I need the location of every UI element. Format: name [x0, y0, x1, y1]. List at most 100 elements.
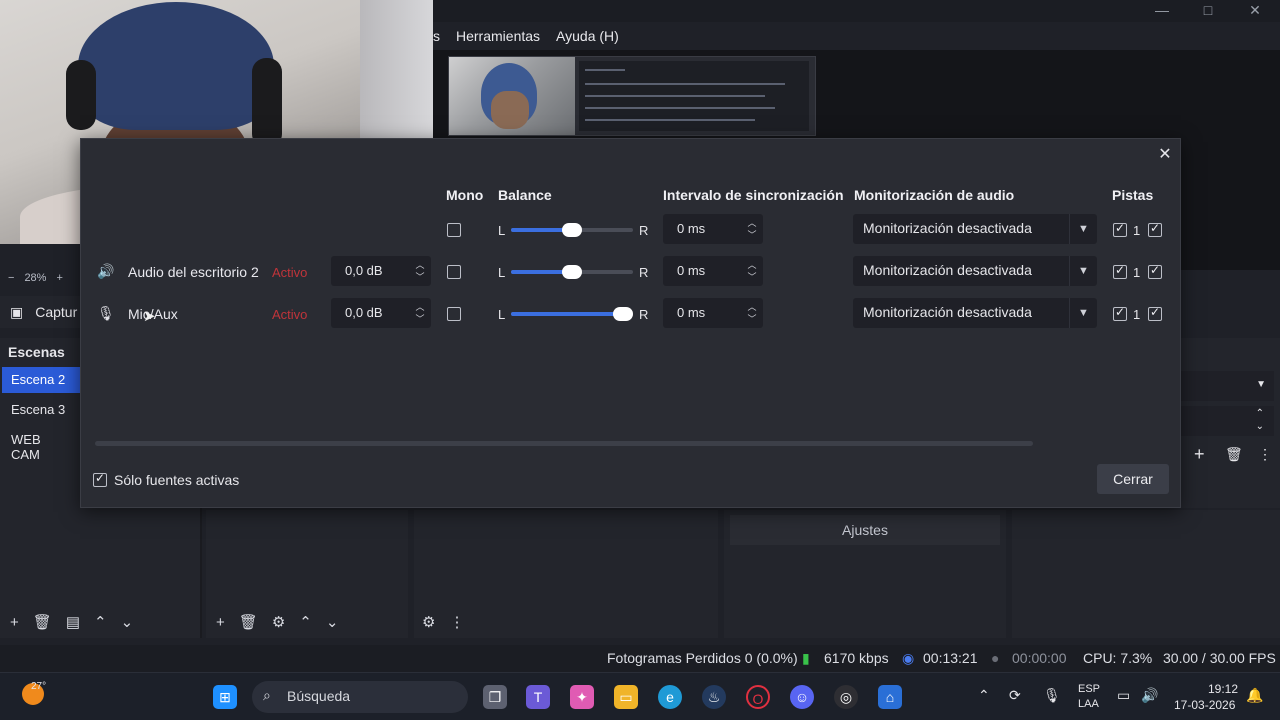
close-icon[interactable]: ✕: [1154, 144, 1176, 166]
track2-checkbox[interactable]: [1148, 221, 1162, 237]
spin-arrows-icon[interactable]: ︿ ﹀: [413, 301, 427, 325]
file-explorer-icon[interactable]: ▭: [614, 685, 638, 709]
clock-time[interactable]: 19:12: [1208, 682, 1238, 696]
move-up-icon[interactable]: ⌃: [94, 613, 107, 631]
only-active-checkbox[interactable]: [93, 471, 107, 487]
duration-spinbox[interactable]: ⌃ ⌄: [1180, 406, 1274, 436]
window-capture-icon: ▣: [10, 303, 24, 320]
language-top[interactable]: ESP: [1078, 683, 1100, 695]
copilot-icon[interactable]: ✦: [570, 685, 594, 709]
mono-checkbox[interactable]: [447, 265, 461, 279]
balance-right-label: R: [639, 307, 649, 322]
chevron-up-icon[interactable]: ⌃: [978, 687, 990, 704]
filter-icon[interactable]: ▤: [66, 613, 80, 631]
balance-slider[interactable]: [511, 223, 633, 237]
spin-arrows-icon[interactable]: ︿ ﹀: [745, 217, 759, 241]
menu-item-tools[interactable]: Herramientas: [456, 28, 540, 44]
scene-item[interactable]: WEB CAM: [2, 427, 80, 462]
monitoring-select[interactable]: Monitorización desactivada ▼: [853, 214, 1097, 244]
sync-offset-value: 0 ms: [677, 263, 706, 278]
menu-bar: s Herramientas Ayuda (H): [433, 22, 619, 50]
temperature: 27°: [31, 681, 47, 692]
language-bottom[interactable]: LAA: [1078, 698, 1099, 710]
move-down-icon[interactable]: ⌄: [326, 613, 339, 631]
menu-item-partial[interactable]: s: [433, 28, 440, 44]
volume-icon[interactable]: 🔊: [1141, 687, 1158, 704]
trash-icon[interactable]: 🗑: [239, 613, 258, 631]
track2-checkbox[interactable]: [1148, 305, 1162, 321]
capture-source-label[interactable]: Captur: [35, 304, 77, 320]
settings-button[interactable]: Ajustes: [730, 515, 1000, 545]
monitoring-value: Monitorización desactivada: [863, 304, 1032, 320]
sync-offset-spinbox[interactable]: 0 ms ︿ ﹀: [663, 256, 763, 286]
horizontal-scrollbar[interactable]: [95, 441, 1033, 446]
stream-icon: ◉: [902, 650, 915, 666]
monitoring-select[interactable]: Monitorización desactivada ▼: [853, 256, 1097, 286]
volume-spinbox[interactable]: 0,0 dB ︿ ﹀: [331, 256, 431, 286]
menu-item-help[interactable]: Ayuda (H): [556, 28, 619, 44]
record-time: 00:00:00: [1012, 650, 1067, 666]
close-button[interactable]: Cerrar: [1097, 464, 1169, 494]
gear-icon[interactable]: ⚙: [422, 613, 435, 631]
only-active-sources-toggle[interactable]: Sólo fuentes activas: [93, 471, 239, 488]
sync-offset-spinbox[interactable]: 0 ms ︿ ﹀: [663, 298, 763, 328]
notifications-icon[interactable]: 🔔: [1246, 687, 1263, 704]
scene-item[interactable]: Escena 3: [2, 397, 80, 423]
balance-slider[interactable]: [511, 307, 633, 321]
gear-icon[interactable]: ⚙: [272, 613, 285, 631]
zoom-out-button[interactable]: −: [8, 272, 14, 284]
monitoring-select[interactable]: Monitorización desactivada ▼: [853, 298, 1097, 328]
balance-right-label: R: [639, 265, 649, 280]
minimize-button[interactable]: —: [1147, 2, 1177, 18]
transition-panel: ▼ ⌃ ⌄ + 🗑 ⋮: [1180, 338, 1280, 508]
clock-date[interactable]: 17-03-2026: [1174, 698, 1235, 712]
move-down-icon[interactable]: ⌄: [121, 613, 134, 631]
status-active: Activo: [272, 307, 308, 322]
chevron-down-icon: ▼: [1069, 214, 1097, 244]
add-icon[interactable]: +: [10, 614, 19, 631]
add-icon[interactable]: +: [1194, 444, 1205, 465]
spin-arrows-icon[interactable]: ︿ ﹀: [745, 259, 759, 283]
track1-checkbox[interactable]: [1113, 221, 1127, 237]
balance-slider[interactable]: [511, 265, 633, 279]
spin-arrows-icon[interactable]: ︿ ﹀: [413, 259, 427, 283]
discord-icon[interactable]: ☺: [790, 685, 814, 709]
taskbar-search[interactable]: ⌕ Búsqueda: [252, 681, 468, 713]
mono-checkbox[interactable]: [447, 223, 461, 237]
more-icon[interactable]: ⋮: [449, 613, 464, 631]
zoom-controls: − 28% +: [0, 268, 80, 288]
sync-offset-value: 0 ms: [677, 221, 706, 236]
move-up-icon[interactable]: ⌃: [299, 613, 312, 631]
opera-icon[interactable]: O: [746, 685, 770, 709]
trash-icon[interactable]: 🗑: [33, 613, 52, 631]
track1-checkbox[interactable]: [1113, 305, 1127, 321]
close-window-button[interactable]: ✕: [1240, 2, 1270, 19]
volume-spinbox[interactable]: 0,0 dB ︿ ﹀: [331, 298, 431, 328]
transition-select[interactable]: ▼: [1180, 371, 1274, 401]
track1-checkbox[interactable]: [1113, 263, 1127, 279]
remote-app-icon[interactable]: ⌂: [878, 685, 902, 709]
zoom-in-button[interactable]: +: [56, 272, 62, 284]
microphone-icon[interactable]: 🎙: [1043, 687, 1061, 704]
windows-start-icon[interactable]: ⊞: [213, 685, 237, 709]
maximize-button[interactable]: □: [1193, 2, 1223, 18]
scene-item[interactable]: Escena 2: [2, 367, 80, 393]
more-icon[interactable]: ⋮: [1258, 446, 1272, 463]
track2-checkbox[interactable]: [1148, 263, 1162, 279]
add-icon[interactable]: +: [216, 614, 225, 631]
steam-icon[interactable]: ♨: [702, 685, 726, 709]
task-view-icon[interactable]: ❐: [483, 685, 507, 709]
edge-icon[interactable]: e: [658, 685, 682, 709]
scenes-title: Escenas: [8, 344, 65, 360]
teams-icon[interactable]: T: [526, 685, 550, 709]
spin-arrows-icon[interactable]: ︿ ﹀: [745, 301, 759, 325]
mono-checkbox[interactable]: [447, 307, 461, 321]
sync-offset-spinbox[interactable]: 0 ms ︿ ﹀: [663, 214, 763, 244]
obs-icon[interactable]: ◎: [834, 685, 858, 709]
network-icon[interactable]: ▭: [1117, 687, 1130, 704]
spin-arrows-icon: ⌃ ⌄: [1255, 408, 1264, 432]
sync-icon[interactable]: ⟳: [1009, 687, 1021, 704]
monitoring-value: Monitorización desactivada: [863, 262, 1032, 278]
header-monitor: Monitorización de audio: [854, 187, 1015, 203]
trash-icon[interactable]: 🗑: [1225, 446, 1243, 463]
